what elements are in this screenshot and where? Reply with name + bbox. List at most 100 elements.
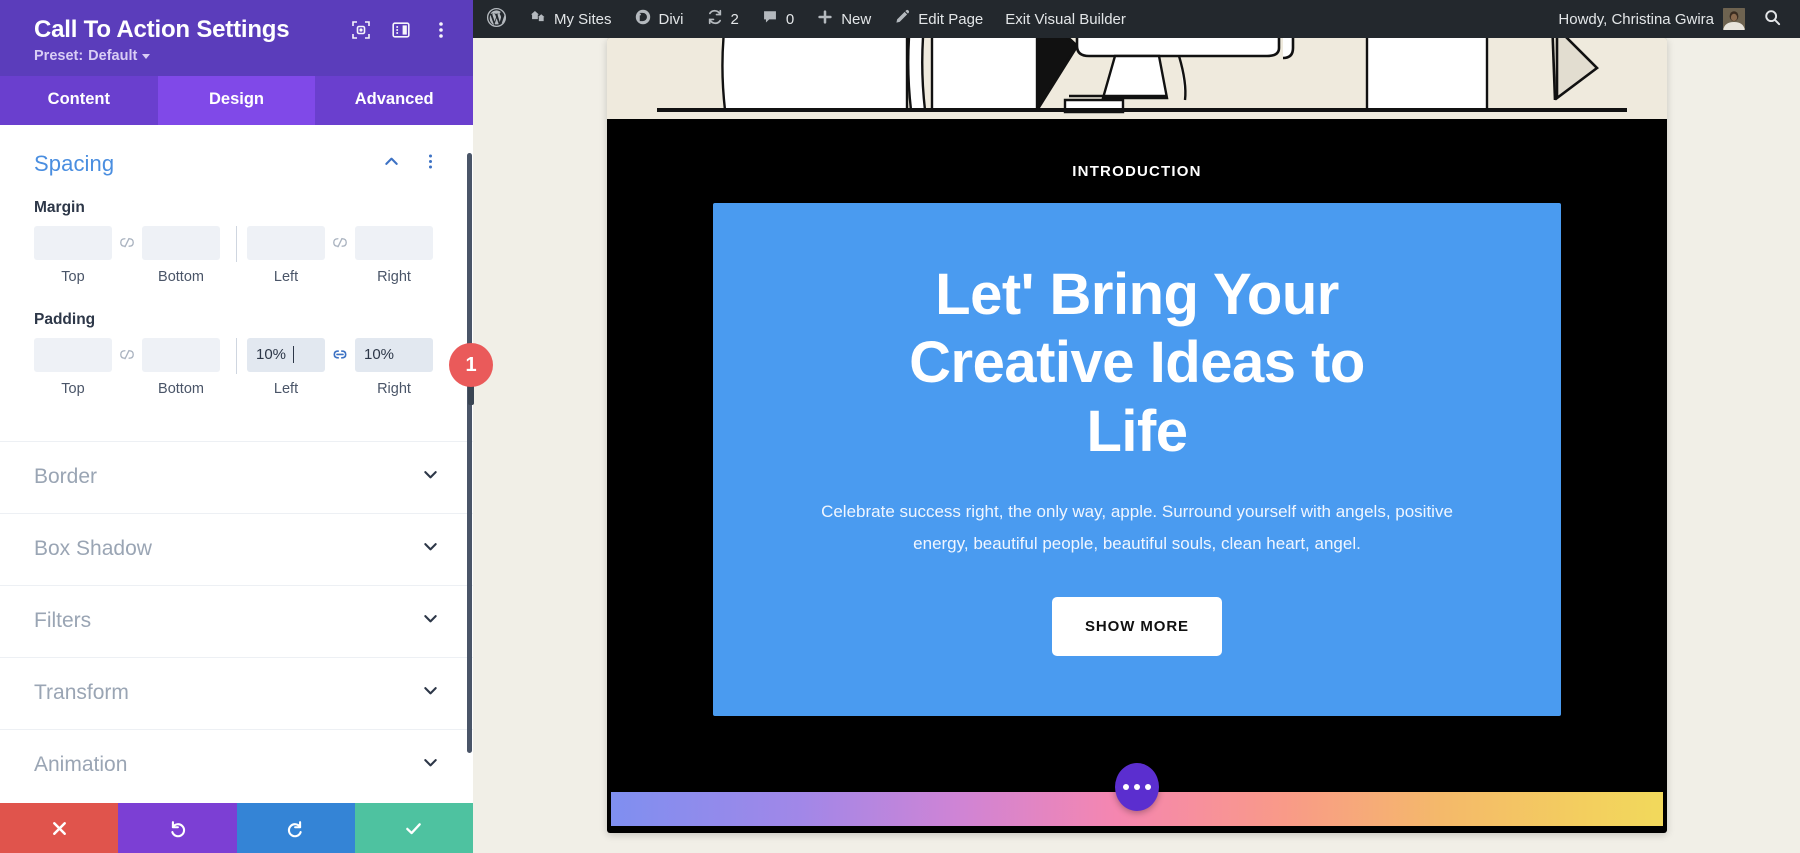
margin-right-input[interactable] [355, 225, 433, 260]
adminbar-updates[interactable]: 2 [695, 0, 750, 38]
adminbar-comments-count: 0 [785, 10, 795, 28]
chevron-down-icon [422, 466, 439, 488]
page-preview-frame: INTRODUCTION Let' Bring Your Creative Id… [607, 38, 1667, 833]
preset-value: Default [88, 47, 138, 64]
panel-header-actions [351, 16, 451, 40]
adminbar-wordpress-logo[interactable] [473, 0, 518, 38]
show-more-button[interactable]: SHOW MORE [1052, 597, 1222, 657]
panel-title: Call To Action Settings [34, 16, 290, 43]
adminbar-exit-label: Exit Visual Builder [1005, 10, 1126, 28]
focus-target-icon[interactable] [351, 20, 371, 40]
spacing-section: Spacing Margin Top Bottom Left Right Pad… [0, 125, 473, 407]
accordion-item-box-shadow[interactable]: Box Shadow [0, 512, 473, 585]
margin-right-label: Right [377, 268, 411, 285]
chevron-up-icon[interactable] [383, 153, 400, 175]
cancel-button[interactable] [0, 803, 119, 853]
preset-selector[interactable]: Preset: Default [34, 48, 451, 64]
adminbar-new-label: New [841, 10, 872, 28]
wp-admin-bar: My Sites Divi 2 0 New Edit Page Exit Vis… [473, 0, 1800, 38]
adminbar-new[interactable]: New [805, 0, 882, 38]
save-button[interactable] [354, 803, 473, 853]
adminbar-edit-page-label: Edit Page [918, 10, 984, 28]
padding-fields: Top Bottom 10% Left 10% Right [34, 337, 439, 397]
panel-header: Call To Action Settings Preset: Default [0, 0, 473, 76]
plus-icon [816, 8, 834, 30]
chevron-down-icon [422, 538, 439, 560]
wordpress-logo-icon [486, 7, 507, 32]
ellipsis-icon-dot [1123, 784, 1129, 790]
adminbar-exit-visual-builder[interactable]: Exit Visual Builder [994, 0, 1137, 38]
adminbar-search-button[interactable] [1755, 8, 1800, 31]
accordion-label: Box Shadow [34, 537, 152, 561]
kebab-menu-icon[interactable] [431, 20, 451, 40]
settings-tabs: Content Design Advanced [0, 75, 474, 125]
intro-label: INTRODUCTION [1072, 163, 1202, 180]
adminbar-my-sites-label: My Sites [554, 10, 612, 28]
margin-bottom-label: Bottom [158, 268, 204, 285]
adminbar-divi-label: Divi [658, 10, 684, 28]
padding-left-input[interactable] [247, 337, 325, 372]
adminbar-howdy-label: Howdy, Christina Gwira [1558, 10, 1714, 28]
padding-right-input[interactable] [355, 337, 433, 372]
layout-panel-icon[interactable] [391, 20, 411, 40]
adminbar-my-sites[interactable]: My Sites [518, 0, 623, 38]
margin-top-input[interactable] [34, 225, 112, 260]
cta-paragraph: Celebrate success right, the only way, a… [821, 502, 1453, 553]
padding-top-input[interactable] [34, 337, 112, 372]
accordion-item-filters[interactable]: Filters [0, 584, 473, 657]
chevron-down-icon [422, 682, 439, 704]
accordion-item-animation[interactable]: Animation [0, 728, 473, 801]
ellipsis-icon-dot [1145, 784, 1151, 790]
panel-body: Spacing Margin Top Bottom Left Right Pad… [0, 124, 473, 803]
padding-bottom-label: Bottom [158, 380, 204, 397]
margin-top-label: Top [61, 268, 85, 285]
adminbar-edit-page[interactable]: Edit Page [882, 0, 994, 38]
cta-box[interactable]: Let' Bring Your Creative Ideas to Life C… [713, 203, 1561, 717]
section-settings-fab[interactable] [1115, 763, 1159, 811]
avatar [1723, 8, 1745, 30]
design-accordion: Border Box Shadow Filters Transform Anim… [0, 440, 473, 801]
adminbar-comments[interactable]: 0 [750, 0, 805, 38]
accordion-label: Animation [34, 753, 128, 777]
cta-section: INTRODUCTION Let' Bring Your Creative Id… [607, 119, 1667, 717]
accordion-item-border[interactable]: Border [0, 440, 473, 513]
panel-footer [0, 803, 473, 853]
margin-top-bottom-link-icon[interactable] [112, 226, 142, 260]
padding-right-label: Right [377, 380, 411, 397]
padding-label: Padding [34, 310, 96, 328]
cta-heading: Let' Bring Your Creative Ideas to Life [909, 262, 1365, 464]
tab-content[interactable]: Content [0, 75, 158, 125]
preset-prefix: Preset: [34, 47, 84, 64]
margin-left-label: Left [273, 268, 299, 285]
panel-scrollbar[interactable] [467, 125, 473, 803]
redo-button[interactable] [236, 803, 355, 853]
chevron-down-icon [142, 54, 151, 60]
padding-top-bottom-link-icon[interactable] [112, 338, 142, 372]
padding-left-right-link-icon[interactable] [325, 338, 355, 372]
tab-design[interactable]: Design [157, 75, 316, 125]
text-caret [293, 346, 295, 364]
adminbar-account-menu[interactable]: Howdy, Christina Gwira [1548, 8, 1755, 30]
hero-illustration [607, 38, 1667, 119]
accordion-label: Transform [34, 681, 129, 705]
spacing-section-title: Spacing [34, 150, 115, 176]
margin-left-right-link-icon[interactable] [325, 226, 355, 260]
margin-left-input[interactable] [247, 225, 325, 260]
panel-scrollbar-thumb[interactable] [467, 152, 472, 753]
builder-viewport: INTRODUCTION Let' Bring Your Creative Id… [473, 38, 1800, 853]
spacing-kebab-menu-icon[interactable] [422, 153, 439, 175]
undo-button[interactable] [118, 803, 237, 853]
padding-left-label: Left [273, 380, 299, 397]
pencil-icon [893, 8, 911, 30]
padding-bottom-input[interactable] [142, 337, 220, 372]
chevron-down-icon [422, 754, 439, 776]
adminbar-divi[interactable]: Divi [623, 0, 695, 38]
tab-advanced[interactable]: Advanced [315, 75, 474, 125]
accordion-item-transform[interactable]: Transform [0, 656, 473, 729]
app-screen: Call To Action Settings Preset: Default … [0, 0, 1800, 853]
accordion-label: Filters [34, 609, 92, 633]
margin-bottom-input[interactable] [142, 225, 220, 260]
adminbar-updates-count: 2 [730, 10, 739, 28]
search-icon [1763, 8, 1782, 31]
padding-divider [236, 337, 237, 374]
